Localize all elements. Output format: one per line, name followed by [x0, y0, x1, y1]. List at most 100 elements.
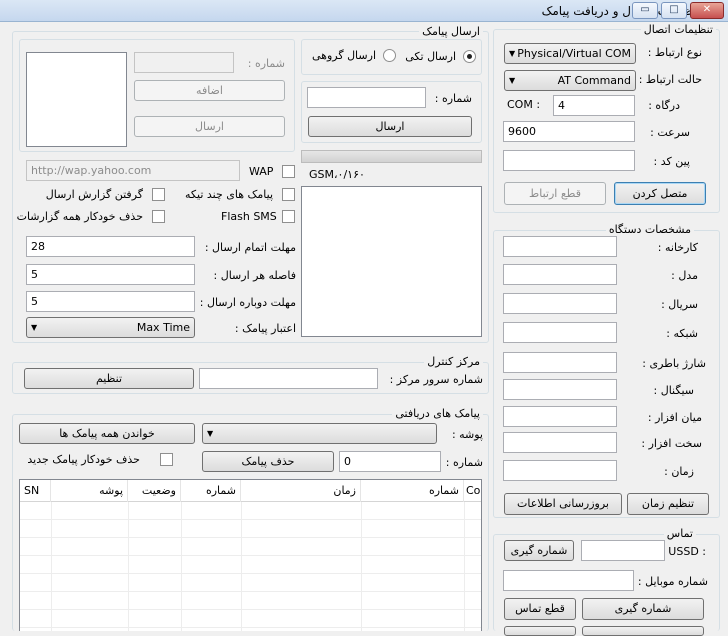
speed-input[interactable]: 9600 [503, 121, 635, 142]
inbox-number-input[interactable]: 0 [339, 451, 441, 472]
extra-button-2[interactable] [582, 626, 704, 636]
hardware-label: سخت افزار : [641, 437, 702, 450]
multipart-label: پیامک های چند تیکه [185, 188, 273, 201]
number-input[interactable] [307, 87, 426, 108]
table-row[interactable] [20, 502, 481, 520]
pin-input[interactable] [503, 150, 635, 171]
column-header[interactable]: زمان [241, 480, 361, 502]
firmware-label: میان افزار : [647, 411, 702, 424]
title-bar: تنظیمات ارسال و دریافت پیامک ▭ □ ✕ [0, 0, 728, 22]
connection-mode-select[interactable]: AT Command ▼ [504, 70, 636, 91]
delivery-report-checkbox[interactable] [152, 188, 165, 201]
set-time-button[interactable]: تنظیم زمان [627, 493, 709, 515]
control-center-group-title: مرکز کنترل [424, 355, 483, 368]
chevron-down-icon: ▼ [31, 323, 38, 332]
extra-button[interactable] [504, 626, 576, 636]
chevron-down-icon: ▼ [509, 49, 516, 58]
send-interval-input[interactable]: 5 [26, 264, 195, 285]
single-send-radio[interactable] [463, 50, 476, 63]
inbox-table[interactable]: Co شماره زمان شماره وضعیت پوشه SN [19, 479, 482, 631]
single-send-label: ارسال تکی [405, 50, 456, 63]
model-field [503, 264, 617, 285]
server-number-label: شماره سرور مرکز : [389, 373, 483, 386]
dial-button[interactable]: شماره گیری [582, 598, 704, 620]
network-field [503, 322, 617, 343]
column-header[interactable]: Co [464, 480, 481, 502]
group-number-label: شماره : [247, 57, 285, 70]
time-field [503, 460, 617, 481]
send-progress-bar [301, 150, 482, 163]
disconnect-button[interactable]: قطع ارتباط [504, 182, 606, 205]
send-button[interactable]: ارسال [308, 116, 472, 137]
table-row[interactable] [20, 556, 481, 574]
auto-delete-reports-checkbox[interactable] [152, 210, 165, 223]
speed-label: سرعت : [650, 126, 690, 139]
multipart-checkbox[interactable] [282, 188, 295, 201]
inbox-group-title: پیامک های دریافتی [392, 407, 483, 420]
table-row[interactable] [20, 610, 481, 628]
connection-type-value: Physical/Virtual COM [517, 47, 631, 60]
hardware-field [503, 432, 617, 453]
group-send-button[interactable]: ارسال [134, 116, 285, 137]
table-row[interactable] [20, 574, 481, 592]
read-all-button[interactable]: خواندن همه پیامک ها [19, 423, 195, 444]
hangup-button[interactable]: قطع تماس [504, 598, 576, 620]
model-label: مدل : [671, 269, 698, 282]
table-row[interactable] [20, 538, 481, 556]
inbox-number-label: شماره : [445, 456, 483, 469]
connection-type-select[interactable]: Physical/Virtual COM ▼ [504, 43, 636, 64]
delivery-report-label: گرفتن گزارش ارسال [45, 188, 143, 201]
recipients-list[interactable] [26, 52, 127, 147]
folder-label: پوشه : [451, 428, 483, 441]
device-group-title: مشخصات دستگاه [605, 223, 694, 236]
ussd-input[interactable] [581, 540, 665, 561]
connection-type-label: نوع ارتباط : [647, 46, 702, 59]
update-info-button[interactable]: بروزرسانی اطلاعات [504, 493, 622, 515]
flash-sms-checkbox[interactable] [282, 210, 295, 223]
port-label: درگاه : [648, 99, 680, 112]
group-number-input[interactable] [134, 52, 234, 73]
maximize-button[interactable]: □ [661, 2, 687, 19]
group-send-label: ارسال گروهی [311, 49, 376, 62]
send-interval-label: فاصله هر ارسال : [213, 269, 296, 282]
close-button[interactable]: ✕ [690, 2, 724, 19]
call-group-title: تماس [663, 527, 696, 540]
minimize-button[interactable]: ▭ [632, 2, 658, 19]
connection-mode-value: AT Command [557, 74, 631, 87]
send-timeout-label: مهلت اتمام ارسال : [204, 241, 296, 254]
mobile-label: شماره موبایل : [637, 575, 708, 588]
mobile-input[interactable] [503, 570, 634, 591]
column-header[interactable]: شماره [181, 480, 241, 502]
column-header[interactable]: پوشه [51, 480, 128, 502]
table-row[interactable] [20, 592, 481, 610]
manufacturer-label: کارخانه : [657, 241, 698, 254]
column-header[interactable]: شماره [361, 480, 464, 502]
connection-mode-label: حالت ارتباط : [638, 73, 702, 86]
resend-timeout-input[interactable]: 5 [26, 291, 195, 312]
add-recipient-button[interactable]: اضافه [134, 80, 285, 101]
number-label: شماره : [434, 92, 472, 105]
folder-select[interactable]: ▼ [202, 423, 437, 444]
set-server-button[interactable]: تنظیم [24, 368, 194, 389]
server-number-input[interactable] [199, 368, 378, 389]
send-timeout-input[interactable]: 28 [26, 236, 195, 257]
signal-label: سیگنال : [653, 384, 694, 397]
validity-select[interactable]: Max Time ▼ [26, 317, 195, 338]
column-header[interactable]: وضعیت [128, 480, 181, 502]
port-input[interactable]: 4 [553, 95, 635, 116]
wap-checkbox[interactable] [282, 165, 295, 178]
message-textarea[interactable] [301, 186, 482, 337]
connect-button[interactable]: متصل کردن [614, 182, 706, 205]
manufacturer-field [503, 236, 617, 257]
auto-delete-new-checkbox[interactable] [160, 453, 173, 466]
table-header: Co شماره زمان شماره وضعیت پوشه SN [20, 480, 481, 502]
send-group-title: ارسال پیامک [419, 25, 483, 38]
column-header[interactable]: SN [20, 480, 51, 502]
wap-label: WAP [249, 165, 274, 178]
ussd-dial-button[interactable]: شماره گیری [504, 540, 574, 561]
group-send-radio[interactable] [383, 49, 396, 62]
delete-sms-button[interactable]: حذف پیامک [202, 451, 334, 472]
auto-delete-new-label: حذف خودکار پیامک جدید [27, 453, 140, 466]
wap-url-input[interactable]: http://wap.yahoo.com [26, 160, 240, 181]
table-row[interactable] [20, 520, 481, 538]
